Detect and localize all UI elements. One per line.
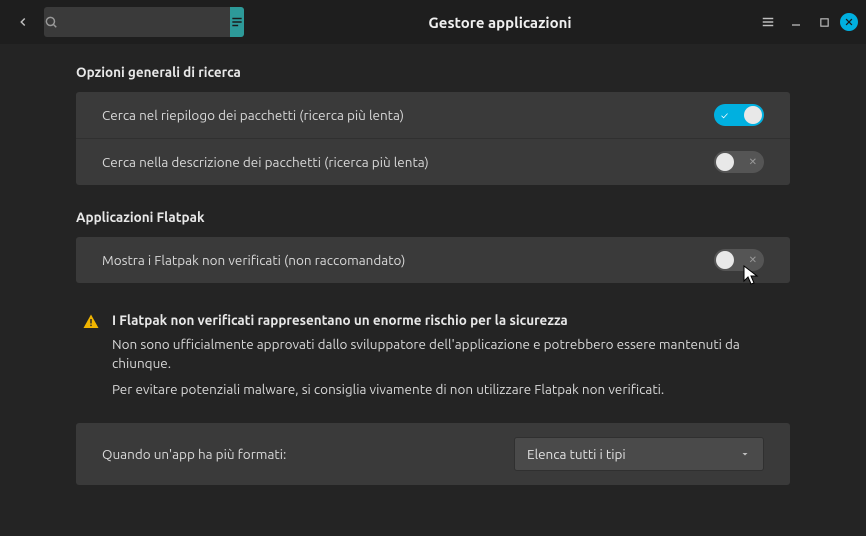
warning-body: I Flatpak non verificati rappresentano u… xyxy=(112,311,784,405)
menu-button[interactable] xyxy=(756,10,780,34)
chevron-left-icon xyxy=(16,15,30,29)
flatpak-unverified-panel: Mostra i Flatpak non verificati (non rac… xyxy=(76,237,790,283)
toggle-knob xyxy=(716,251,734,269)
list-icon xyxy=(230,15,244,29)
maximize-button[interactable] xyxy=(812,10,836,34)
toggle-knob xyxy=(716,153,734,171)
search-description-toggle[interactable]: ✕ xyxy=(714,151,764,173)
format-row: Quando un'app ha più formati: Elenca tut… xyxy=(76,423,790,485)
search-input[interactable] xyxy=(59,15,230,29)
titlebar: Gestore applicazioni xyxy=(0,0,866,44)
flatpak-heading: Applicazioni Flatpak xyxy=(76,209,790,225)
chevron-down-icon xyxy=(739,448,751,460)
search-submit-button[interactable] xyxy=(230,7,245,37)
search-options-heading: Opzioni generali di ricerca xyxy=(76,64,790,80)
warning-paragraph-2: Per evitare potenziali malware, si consi… xyxy=(112,380,784,400)
show-unverified-label: Mostra i Flatpak non verificati (non rac… xyxy=(102,252,405,268)
show-unverified-toggle[interactable]: ✕ xyxy=(714,249,764,271)
close-icon xyxy=(844,17,854,27)
minimize-icon xyxy=(790,16,802,28)
window-title: Gestore applicazioni xyxy=(250,14,750,31)
x-icon: ✕ xyxy=(749,254,757,266)
x-icon: ✕ xyxy=(749,156,757,168)
warning-paragraph-1: Non sono ufficialmente approvati dallo s… xyxy=(112,335,784,374)
search-description-label: Cerca nella descrizione dei pacchetti (r… xyxy=(102,154,429,170)
search-options-panel: Cerca nel riepilogo dei pacchetti (ricer… xyxy=(76,92,790,185)
format-select[interactable]: Elenca tutti i tipi xyxy=(514,437,764,471)
maximize-icon xyxy=(819,17,830,28)
search-icon xyxy=(44,15,59,29)
search-summary-row: Cerca nel riepilogo dei pacchetti (ricer… xyxy=(76,92,790,138)
back-button[interactable] xyxy=(8,7,38,37)
format-label: Quando un'app ha più formati: xyxy=(102,446,286,462)
security-warning: I Flatpak non verificati rappresentano u… xyxy=(76,307,790,423)
warning-icon xyxy=(82,313,100,405)
search-summary-toggle[interactable]: ✓ xyxy=(714,104,764,126)
search-box xyxy=(44,7,244,37)
close-button[interactable] xyxy=(840,13,858,31)
hamburger-icon xyxy=(761,15,775,29)
search-summary-label: Cerca nel riepilogo dei pacchetti (ricer… xyxy=(102,107,404,123)
show-unverified-row: Mostra i Flatpak non verificati (non rac… xyxy=(76,237,790,283)
content-area: Opzioni generali di ricerca Cerca nel ri… xyxy=(0,44,866,536)
window-controls xyxy=(756,10,858,34)
search-description-row: Cerca nella descrizione dei pacchetti (r… xyxy=(76,138,790,185)
format-panel: Quando un'app ha più formati: Elenca tut… xyxy=(76,423,790,485)
format-select-value: Elenca tutti i tipi xyxy=(527,446,626,462)
minimize-button[interactable] xyxy=(784,10,808,34)
check-icon: ✓ xyxy=(721,110,728,121)
warning-title: I Flatpak non verificati rappresentano u… xyxy=(112,311,784,331)
toggle-knob xyxy=(744,106,762,124)
